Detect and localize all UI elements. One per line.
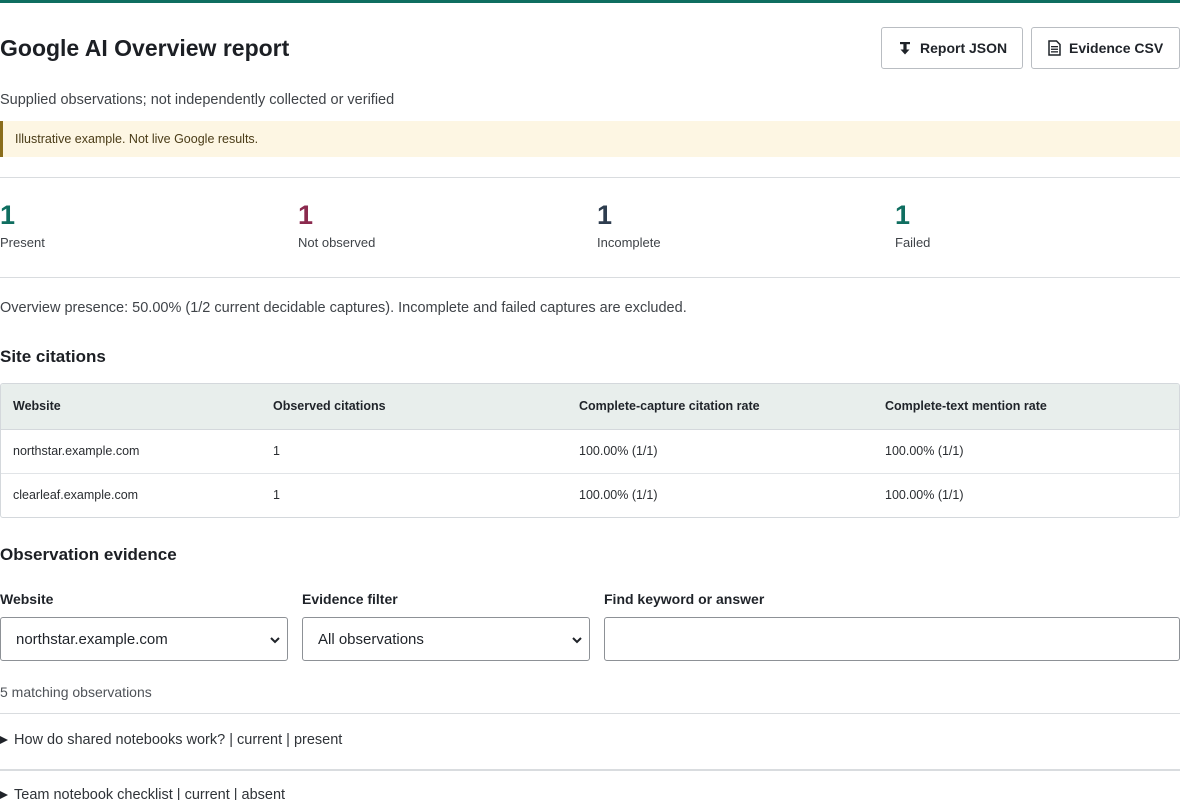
column-header-website: Website [1,384,261,430]
observation-item[interactable]: How do shared notebooks work? | current … [0,732,1180,748]
triangle-right-icon [0,791,8,799]
divider [0,277,1180,278]
stat-label: Incomplete [597,235,661,250]
cell-mention-rate: 100.00% (1/1) [885,444,964,458]
column-header-citation-rate: Complete-capture citation rate [567,384,873,430]
cell-citation-rate: 100.00% (1/1) [579,444,658,458]
stat-value: 1 [0,200,16,230]
site-citations-title: Site citations [0,347,106,366]
illustrative-notice: Illustrative example. Not live Google re… [0,121,1180,157]
divider [0,769,1180,771]
stat-failed: 1 Failed [895,199,930,250]
document-icon [1048,40,1061,56]
evidence-csv-button[interactable]: Evidence CSV [1031,27,1180,69]
stat-incomplete: 1 Incomplete [597,199,661,250]
triangle-right-icon [0,736,8,744]
find-keyword-label: Find keyword or answer [604,591,765,607]
evidence-filter-value: All observations [318,630,424,648]
top-accent-bar [0,0,1180,3]
page-title: Google AI Overview report [0,35,290,61]
website-filter-label: Website [0,591,54,607]
table-row: northstar.example.com 1 100.00% (1/1) 10… [1,429,1179,473]
site-citations-table: Website Observed citations Complete-capt… [0,383,1180,518]
cell-website: northstar.example.com [13,444,140,458]
divider [0,177,1180,178]
cell-observed-citations: 1 [261,472,567,517]
stat-not-observed: 1 Not observed [298,199,375,250]
observation-evidence-title: Observation evidence [0,545,177,564]
website-select-value: northstar.example.com [16,630,168,648]
report-json-label: Report JSON [920,40,1008,56]
table-header-row: Website Observed citations Complete-capt… [1,384,1179,430]
evidence-csv-label: Evidence CSV [1069,40,1164,56]
report-json-button[interactable]: Report JSON [881,27,1023,69]
matching-count: 5 matching observations [0,684,152,700]
page-subtitle: Supplied observations; not independently… [0,92,395,108]
cell-mention-rate: 100.00% (1/1) [873,472,1179,517]
overview-presence-text: Overview presence: 50.00% (1/2 current d… [0,300,687,316]
chevron-down-icon [571,633,583,650]
column-header-observed-citations: Observed citations [261,384,567,430]
evidence-filter-label: Evidence filter [302,591,398,607]
stat-label: Not observed [298,235,376,250]
cell-observed-citations: 1 [273,444,280,458]
evidence-filter-select[interactable]: All observations [302,617,590,661]
cell-website: clearleaf.example.com [1,472,261,517]
stat-present: 1 Present [0,199,45,250]
cell-citation-rate: 100.00% (1/1) [567,472,873,517]
stat-label: Failed [895,235,931,250]
download-icon [898,41,912,56]
observation-summary: How do shared notebooks work? | current … [14,732,343,748]
website-select[interactable]: northstar.example.com [0,617,288,661]
find-keyword-input[interactable] [604,617,1180,661]
notice-text: Illustrative example. Not live Google re… [15,132,259,146]
stat-value: 1 [597,200,613,230]
table-row: clearleaf.example.com 1 100.00% (1/1) 10… [1,472,1179,517]
stat-value: 1 [298,200,314,230]
chevron-down-icon [269,633,281,650]
observation-summary: Team notebook checklist | current | abse… [14,787,286,800]
observation-item[interactable]: Team notebook checklist | current | abse… [0,787,1180,800]
divider [0,713,1180,714]
stat-value: 1 [895,200,911,230]
column-header-mention-rate: Complete-text mention rate [873,384,1179,430]
stat-label: Present [0,235,45,250]
page-header: Google AI Overview report Report JSON Ev… [0,27,1180,69]
